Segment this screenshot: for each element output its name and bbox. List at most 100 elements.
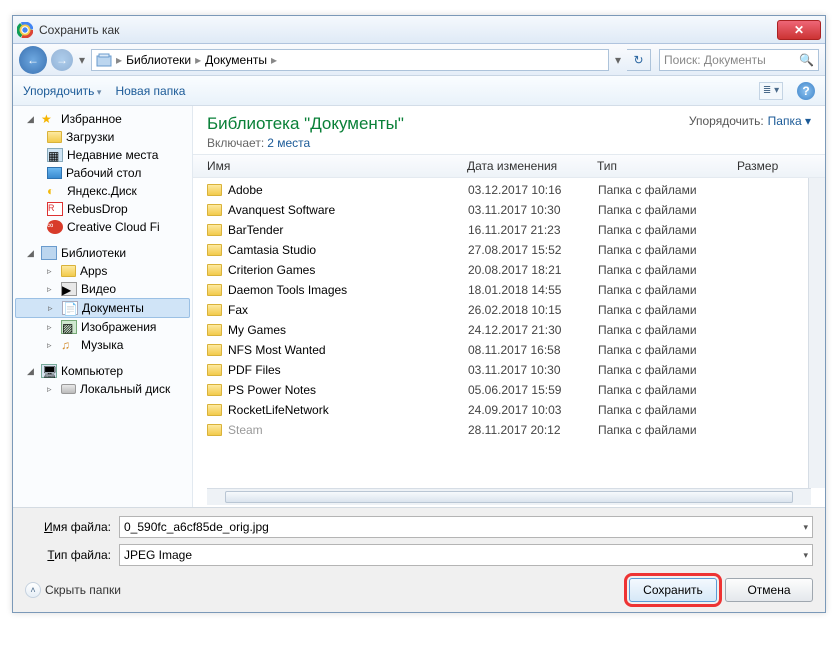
breadcrumb-item[interactable]: Библиотеки xyxy=(126,53,191,67)
cancel-button[interactable]: Отмена xyxy=(725,578,813,602)
file-name: Steam xyxy=(228,423,468,437)
vertical-scrollbar[interactable] xyxy=(808,178,825,488)
breadcrumb[interactable]: ▸ Библиотеки ▸ Документы ▸ xyxy=(91,49,609,71)
column-headers[interactable]: Имя Дата изменения Тип Размер xyxy=(193,154,825,178)
sidebar-item-documents[interactable]: ▹📄Документы xyxy=(15,298,190,318)
file-type: Папка с файлами xyxy=(598,343,738,357)
file-name: Criterion Games xyxy=(228,263,468,277)
table-row[interactable]: My Games24.12.2017 21:30Папка с файлами xyxy=(207,320,808,340)
breadcrumb-item[interactable]: Документы xyxy=(205,53,267,67)
column-date[interactable]: Дата изменения xyxy=(467,159,597,173)
breadcrumb-dropdown[interactable]: ▾ xyxy=(613,53,623,67)
includes-link[interactable]: 2 места xyxy=(267,136,310,150)
file-date: 27.08.2017 15:52 xyxy=(468,243,598,257)
folder-icon xyxy=(207,384,222,396)
chevron-down-icon[interactable]: ▾ xyxy=(803,522,808,533)
toolbar: Упорядочить Новая папка ≣ ▾ ? xyxy=(13,76,825,106)
adobe-cc-icon: ∞ xyxy=(47,220,63,234)
sidebar-item-downloads[interactable]: Загрузки xyxy=(13,128,192,146)
hide-folders-toggle[interactable]: ˄Скрыть папки xyxy=(25,582,121,598)
nav-back-button[interactable]: ← xyxy=(19,46,47,74)
horizontal-scrollbar[interactable] xyxy=(207,488,811,505)
table-row[interactable]: Steam28.11.2017 20:12Папка с файлами xyxy=(207,420,808,440)
filetype-label: Тип файла: xyxy=(25,548,111,562)
file-type: Папка с файлами xyxy=(598,323,738,337)
sidebar-item-videos[interactable]: ▹▶Видео xyxy=(13,280,192,298)
chevron-right-icon: ▸ xyxy=(116,53,122,67)
chrome-icon xyxy=(17,22,33,38)
sidebar-item-desktop[interactable]: Рабочий стол xyxy=(13,164,192,182)
file-type: Папка с файлами xyxy=(598,303,738,317)
table-row[interactable]: Camtasia Studio27.08.2017 15:52Папка с ф… xyxy=(207,240,808,260)
file-date: 26.02.2018 10:15 xyxy=(468,303,598,317)
file-date: 03.11.2017 10:30 xyxy=(468,363,598,377)
refresh-button[interactable]: ↻ xyxy=(627,49,651,71)
sidebar-item-images[interactable]: ▹▨Изображения xyxy=(13,318,192,336)
file-type: Папка с файлами xyxy=(598,383,738,397)
sidebar-item-apps[interactable]: ▹Apps xyxy=(13,262,192,280)
folder-icon xyxy=(207,324,222,336)
save-dialog: Сохранить как ✕ ← → ▾ ▸ Библиотеки ▸ Док… xyxy=(12,15,826,613)
file-date: 18.01.2018 14:55 xyxy=(468,283,598,297)
sort-dropdown[interactable]: Папка ▾ xyxy=(768,114,811,128)
sidebar-item-rebus[interactable]: RRebusDrop xyxy=(13,200,192,218)
organize-menu[interactable]: Упорядочить xyxy=(23,84,101,98)
form-area: Имя файла: 0_590fc_a6cf85de_orig.jpg▾ Ти… xyxy=(13,507,825,612)
table-row[interactable]: Fax26.02.2018 10:15Папка с файлами xyxy=(207,300,808,320)
library-title: Библиотека "Документы" xyxy=(207,114,689,134)
table-row[interactable]: NFS Most Wanted08.11.2017 16:58Папка с ф… xyxy=(207,340,808,360)
folder-icon xyxy=(207,344,222,356)
chevron-right-icon: ▸ xyxy=(195,53,201,67)
table-row[interactable]: Daemon Tools Images18.01.2018 14:55Папка… xyxy=(207,280,808,300)
table-row[interactable]: Criterion Games20.08.2017 18:21Папка с ф… xyxy=(207,260,808,280)
file-date: 03.12.2017 10:16 xyxy=(468,183,598,197)
file-name: My Games xyxy=(228,323,468,337)
window-title: Сохранить как xyxy=(39,23,777,37)
file-type: Папка с файлами xyxy=(598,223,738,237)
help-button[interactable]: ? xyxy=(797,82,815,100)
file-name: Camtasia Studio xyxy=(228,243,468,257)
file-date: 08.11.2017 16:58 xyxy=(468,343,598,357)
titlebar[interactable]: Сохранить как ✕ xyxy=(13,16,825,44)
table-row[interactable]: PS Power Notes05.06.2017 15:59Папка с фа… xyxy=(207,380,808,400)
close-button[interactable]: ✕ xyxy=(777,20,821,40)
file-name: Fax xyxy=(228,303,468,317)
file-date: 28.11.2017 20:12 xyxy=(468,423,598,437)
nav-forward-button[interactable]: → xyxy=(51,49,73,71)
filetype-input[interactable]: JPEG Image▾ xyxy=(119,544,813,566)
file-name: BarTender xyxy=(228,223,468,237)
new-folder-button[interactable]: Новая папка xyxy=(115,84,185,98)
chevron-down-icon[interactable]: ▾ xyxy=(803,550,808,561)
star-icon: ★ xyxy=(41,112,57,126)
file-list[interactable]: Adobe03.12.2017 10:16Папка с файламиAvan… xyxy=(193,178,808,488)
nav-history-dropdown[interactable]: ▾ xyxy=(77,53,87,67)
sidebar-item-localdisk[interactable]: ▹Локальный диск xyxy=(13,380,192,398)
table-row[interactable]: BarTender16.11.2017 21:23Папка с файлами xyxy=(207,220,808,240)
column-size[interactable]: Размер xyxy=(737,159,811,173)
column-type[interactable]: Тип xyxy=(597,159,737,173)
sidebar-libraries[interactable]: ◢Библиотеки xyxy=(13,244,192,262)
table-row[interactable]: PDF Files03.11.2017 10:30Папка с файлами xyxy=(207,360,808,380)
view-options-button[interactable]: ≣ ▾ xyxy=(759,82,783,100)
sidebar-item-cc[interactable]: ∞Creative Cloud Fi xyxy=(13,218,192,236)
table-row[interactable]: Avanquest Software03.11.2017 10:30Папка … xyxy=(207,200,808,220)
search-input[interactable]: Поиск: Документы 🔍 xyxy=(659,49,819,71)
folder-icon xyxy=(207,264,222,276)
folder-icon xyxy=(61,265,76,277)
column-name[interactable]: Имя xyxy=(207,159,467,173)
sidebar-favorites[interactable]: ◢★Избранное xyxy=(13,110,192,128)
drive-icon xyxy=(61,384,76,394)
table-row[interactable]: Adobe03.12.2017 10:16Папка с файлами xyxy=(207,180,808,200)
desktop-icon xyxy=(47,167,62,179)
libraries-icon xyxy=(96,53,112,67)
sidebar-item-music[interactable]: ▹♫Музыка xyxy=(13,336,192,354)
file-date: 16.11.2017 21:23 xyxy=(468,223,598,237)
folder-icon xyxy=(207,204,222,216)
sidebar-computer[interactable]: ◢🖥Компьютер xyxy=(13,362,192,380)
save-button[interactable]: Сохранить xyxy=(629,578,717,602)
sidebar-item-recent[interactable]: ▦Недавние места xyxy=(13,146,192,164)
chevron-right-icon: ▸ xyxy=(271,53,277,67)
table-row[interactable]: RocketLifeNetwork24.09.2017 10:03Папка с… xyxy=(207,400,808,420)
sidebar-item-yadisk[interactable]: ◐Яндекс.Диск xyxy=(13,182,192,200)
filename-input[interactable]: 0_590fc_a6cf85de_orig.jpg▾ xyxy=(119,516,813,538)
